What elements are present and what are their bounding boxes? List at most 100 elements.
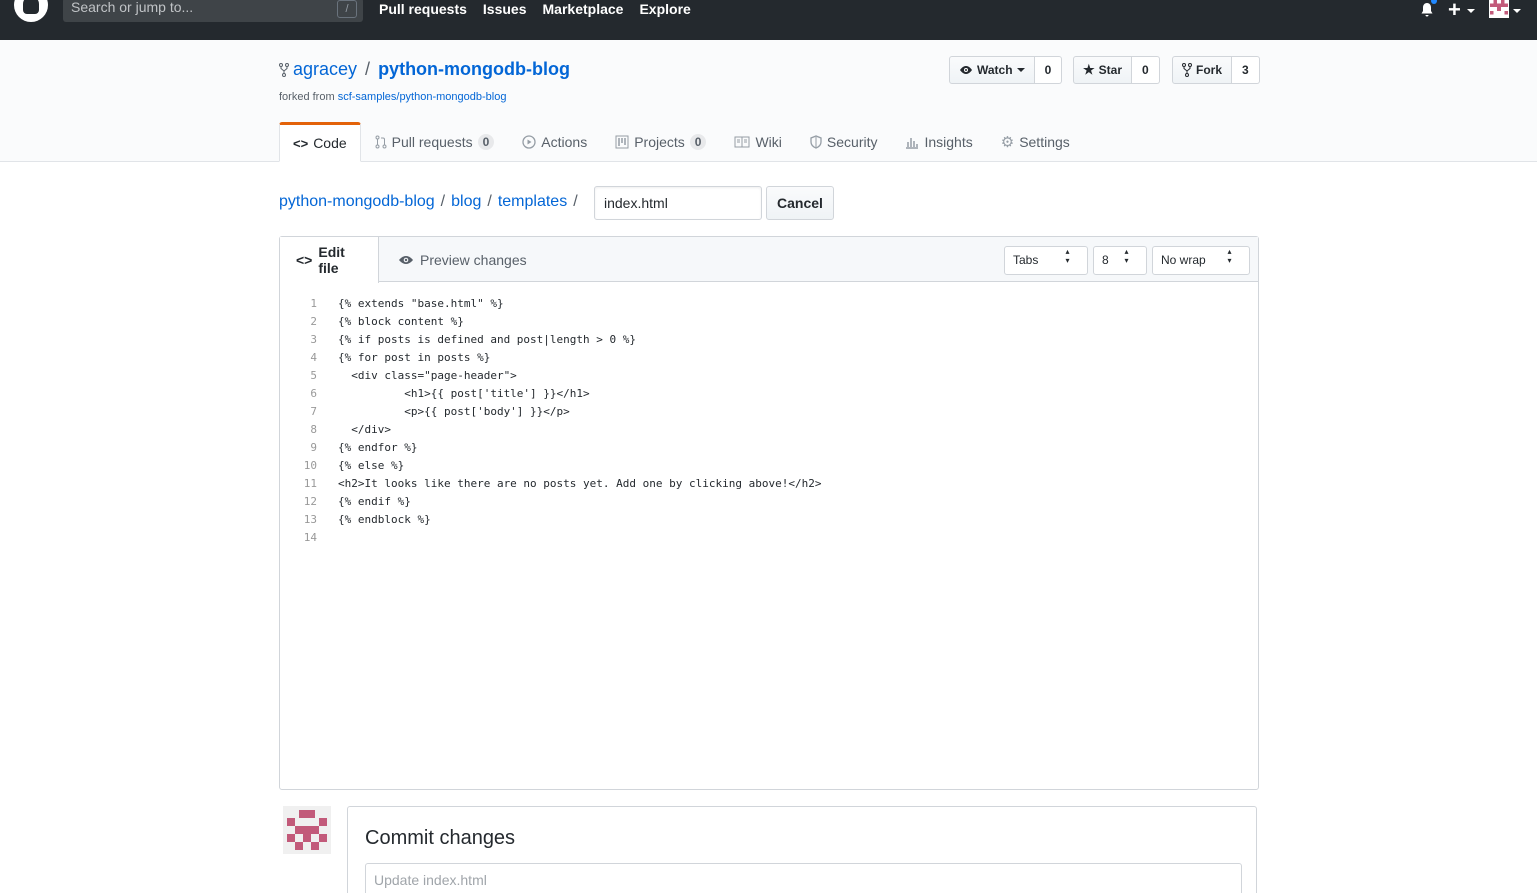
user-avatar[interactable] (1489, 0, 1509, 18)
star-button[interactable]: ★ Star (1073, 56, 1132, 84)
commit-author-avatar (283, 806, 331, 854)
forked-from-link[interactable]: scf-samples/python-mongodb-blog (338, 91, 507, 103)
star-count[interactable]: 0 (1132, 56, 1160, 84)
tab-projects[interactable]: Projects 0 (601, 122, 720, 162)
editor-toolbar: <> Edit file Preview changes Tabs 8 No w… (280, 237, 1258, 283)
line-content[interactable]: {% extends "base.html" %} (338, 297, 504, 310)
line-content[interactable]: {% endif %} (338, 495, 411, 508)
nav-issues[interactable]: Issues (483, 1, 527, 17)
tab-settings-label: Settings (1019, 134, 1070, 150)
star-group: ★ Star 0 (1073, 56, 1160, 84)
line-content[interactable]: {% if posts is defined and post|length >… (338, 333, 636, 346)
line-content[interactable]: <h1>{{ post['title'] }}</h1> (338, 387, 589, 400)
global-header: Search or jump to... / Pull requests Iss… (0, 0, 1537, 40)
tab-projects-label: Projects (634, 134, 685, 150)
repo-name-link[interactable]: python-mongodb-blog (378, 59, 570, 80)
code-line[interactable]: 3 {% if posts is defined and post|length … (280, 330, 821, 348)
line-content[interactable]: </div> (338, 423, 391, 436)
indent-mode-select[interactable]: Tabs (1004, 246, 1088, 275)
tab-insights[interactable]: Insights (891, 122, 986, 162)
breadcrumb-repo[interactable]: python-mongodb-blog (279, 193, 435, 211)
watch-count[interactable]: 0 (1034, 56, 1063, 84)
line-content[interactable]: {% endblock %} (338, 513, 431, 526)
repo-title: agracey / python-mongodb-blog (279, 59, 570, 80)
code-line[interactable]: 6 <h1>{{ post['title'] }}</h1> (280, 384, 821, 402)
star-label: Star (1098, 63, 1122, 77)
shield-icon (810, 135, 822, 149)
code-line[interactable]: 7 <p>{{ post['body'] }}</p> (280, 402, 821, 420)
github-logo-icon[interactable] (14, 0, 48, 22)
commit-form: Commit changes Update index.html (347, 806, 1257, 893)
create-new-icon[interactable]: + (1448, 0, 1461, 23)
fork-button[interactable]: Fork (1172, 56, 1233, 84)
line-content[interactable]: <div class="page-header"> (338, 369, 517, 382)
code-line[interactable]: 11 <h2>It looks like there are no posts y… (280, 474, 822, 492)
line-content[interactable]: {% block content %} (338, 315, 464, 328)
tab-settings[interactable]: ⚙ Settings (987, 122, 1084, 162)
code-line[interactable]: 10 {% else %} (280, 456, 821, 474)
user-menu-caret-icon[interactable] (1513, 9, 1521, 13)
nav-pull-requests[interactable]: Pull requests (379, 1, 467, 17)
line-content[interactable]: {% for post in posts %} (338, 351, 490, 364)
watch-button[interactable]: Watch (949, 56, 1035, 84)
breadcrumb-separator: / (573, 193, 578, 210)
code-line[interactable]: 14 (280, 528, 821, 546)
preview-changes-tab[interactable]: Preview changes (382, 237, 543, 282)
breadcrumb-separator: / (440, 193, 446, 210)
tab-actions-label: Actions (541, 134, 588, 150)
line-content[interactable]: {% else %} (338, 459, 404, 472)
edit-file-tab[interactable]: <> Edit file (280, 237, 379, 283)
nav-marketplace[interactable]: Marketplace (543, 1, 624, 17)
indent-size-select[interactable]: 8 (1093, 246, 1147, 275)
repo-title-separator: / (365, 59, 371, 79)
slash-shortcut-hint: / (337, 0, 357, 18)
line-number: 14 (303, 530, 317, 544)
tab-pull-requests[interactable]: Pull requests 0 (361, 122, 509, 162)
repo-owner-link[interactable]: agracey (293, 59, 357, 80)
code-line[interactable]: 4 {% for post in posts %} (280, 348, 821, 366)
line-number: 4 (310, 350, 317, 364)
breadcrumb-blog[interactable]: blog (451, 193, 481, 211)
fork-count[interactable]: 3 (1232, 56, 1260, 84)
tab-security[interactable]: Security (796, 122, 892, 162)
filename-input[interactable]: index.html (594, 186, 762, 220)
line-content[interactable]: <p>{{ post['body'] }}</p> (338, 405, 570, 418)
breadcrumb-separator: / (487, 193, 492, 210)
play-icon (522, 135, 536, 149)
line-number: 3 (310, 332, 317, 346)
line-content[interactable]: {% endfor %} (338, 441, 417, 454)
fork-label: Fork (1196, 63, 1223, 77)
line-content[interactable]: <h2>It looks like there are no posts yet… (338, 477, 821, 490)
search-input[interactable]: Search or jump to... / (63, 0, 363, 22)
code-line[interactable]: 1 {% extends "base.html" %} (280, 294, 821, 312)
repo-forked-icon (279, 62, 289, 77)
code-line[interactable]: 12 {% endif %} (280, 492, 821, 510)
commit-message-input[interactable]: Update index.html (365, 863, 1242, 893)
watch-label: Watch (977, 63, 1013, 77)
global-nav: Pull requests Issues Marketplace Explore (379, 1, 691, 17)
tab-wiki[interactable]: Wiki (720, 122, 795, 162)
tab-actions[interactable]: Actions (508, 122, 601, 162)
bell-icon[interactable] (1419, 2, 1435, 18)
tab-insights-label: Insights (924, 134, 973, 150)
code-line[interactable]: 8 </div> (280, 420, 821, 438)
project-icon (615, 135, 629, 149)
pull-requests-counter: 0 (477, 134, 495, 150)
wrap-mode-select[interactable]: No wrap (1152, 246, 1250, 275)
code-area[interactable]: 1 {% extends "base.html" %} 2 {% block cont… (280, 294, 822, 546)
file-editor: <> Edit file Preview changes Tabs 8 No w… (279, 236, 1259, 790)
create-dropdown-caret-icon[interactable] (1467, 9, 1475, 13)
tab-code[interactable]: <> Code (279, 122, 361, 162)
cancel-button[interactable]: Cancel (766, 186, 834, 220)
file-breadcrumb: python-mongodb-blog / blog / templates / (279, 193, 578, 211)
tab-wiki-label: Wiki (755, 134, 782, 150)
code-line[interactable]: 13 {% endblock %} (280, 510, 821, 528)
code-line[interactable]: 2 {% block content %} (280, 312, 821, 330)
code-line[interactable]: 5 <div class="page-header"> (280, 366, 821, 384)
code-icon: <> (293, 135, 309, 151)
code-line[interactable]: 9 {% endfor %} (280, 438, 821, 456)
breadcrumb-templates[interactable]: templates (498, 193, 567, 211)
line-number: 1 (310, 296, 317, 310)
nav-explore[interactable]: Explore (639, 1, 690, 17)
tab-code-label: Code (313, 135, 347, 151)
